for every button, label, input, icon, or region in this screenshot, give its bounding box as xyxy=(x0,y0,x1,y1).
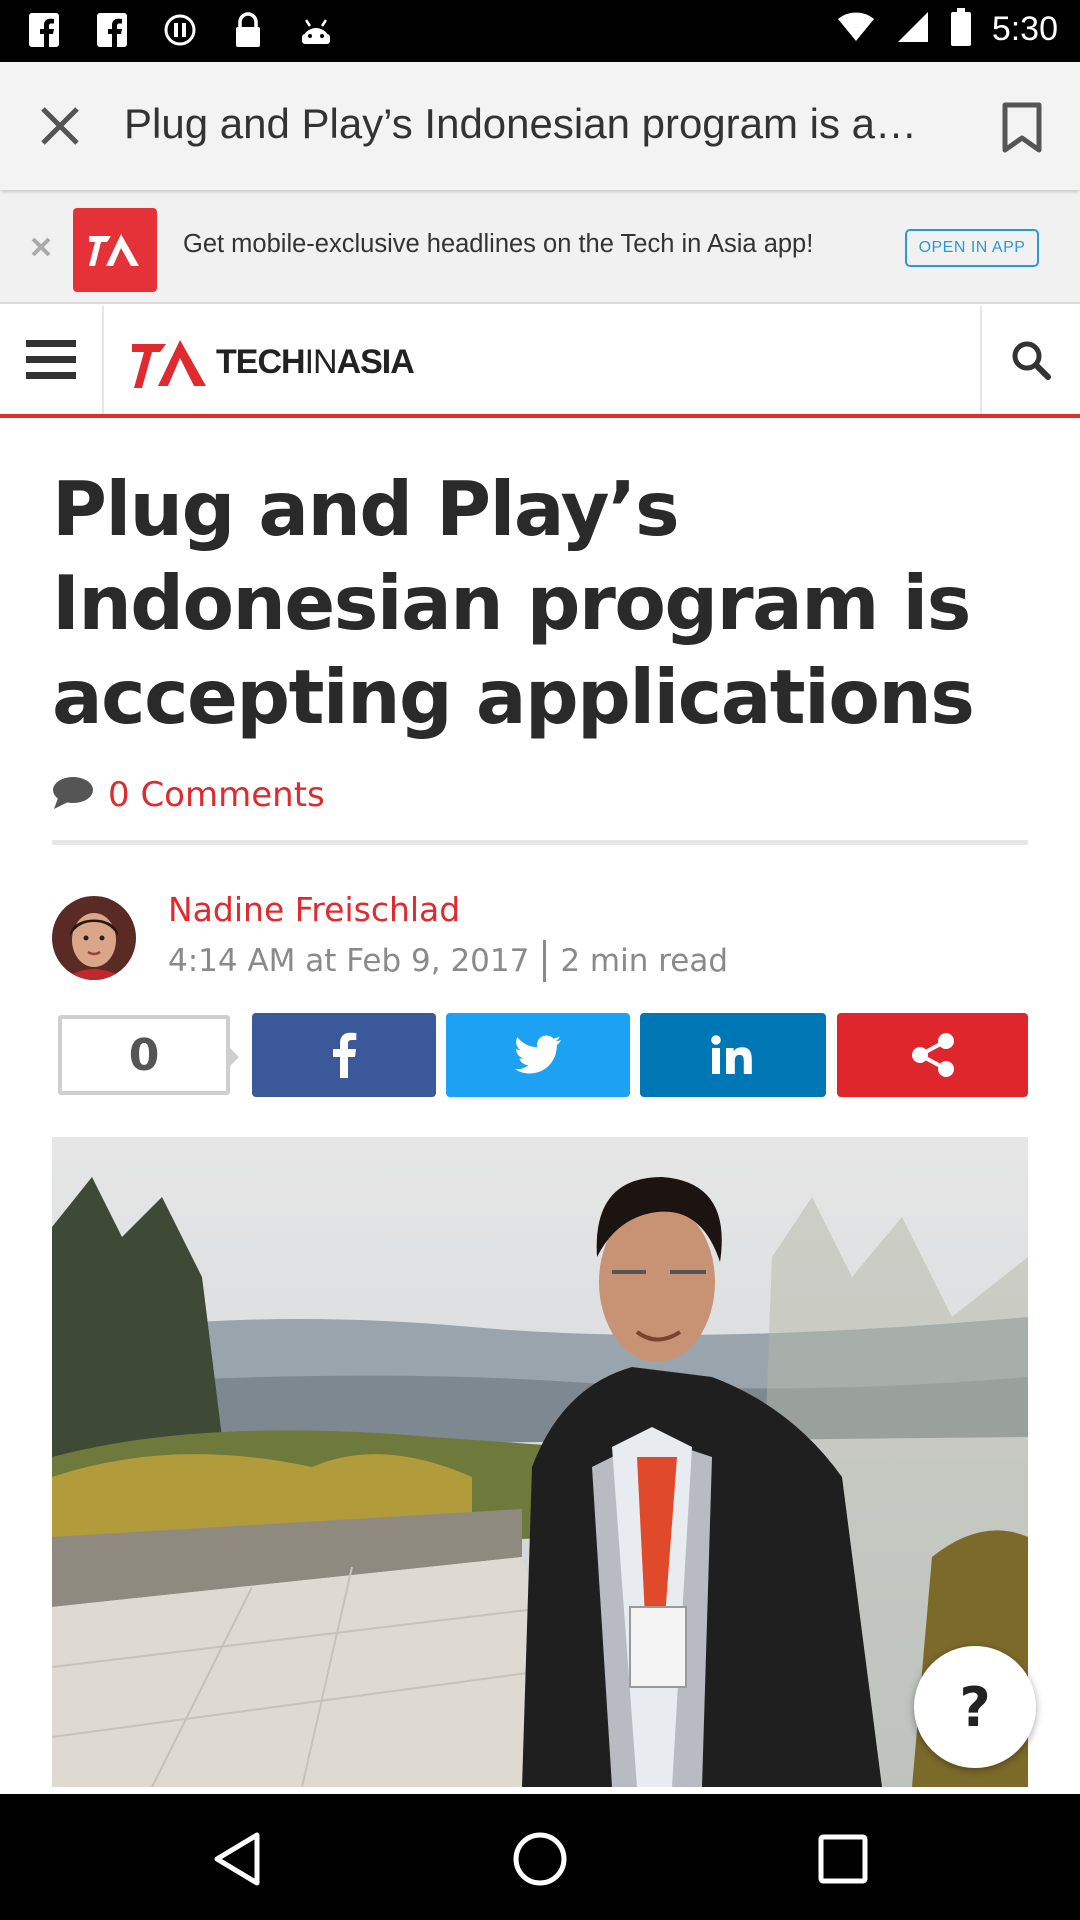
signal-icon xyxy=(896,10,930,48)
battery-icon xyxy=(950,8,972,50)
author-name[interactable]: Nadine Freischlad xyxy=(168,890,460,929)
banner-text: Get mobile-exclusive headlines on the Te… xyxy=(183,230,814,258)
close-icon[interactable] xyxy=(26,232,56,262)
meta-separator xyxy=(543,940,547,982)
open-in-app-button[interactable]: OPEN IN APP xyxy=(905,229,1039,267)
comments-count: 0 Comments xyxy=(108,775,325,815)
article-meta: 4:14 AM at Feb 9, 2017 2 min read xyxy=(168,940,728,982)
tab-title: Plug and Play’s Indonesian program is ac… xyxy=(124,100,934,147)
lock-icon xyxy=(228,10,268,50)
status-bar: 5:30 xyxy=(0,0,1080,62)
help-button[interactable]: ? xyxy=(914,1646,1036,1768)
share-icon xyxy=(911,1033,954,1077)
read-time: 2 min read xyxy=(560,943,729,979)
share-bar: 0 xyxy=(58,1013,1028,1097)
search-icon[interactable] xyxy=(980,306,1080,414)
site-header: TECHINASIA xyxy=(0,306,1080,418)
system-status: 5:30 xyxy=(836,8,1058,50)
browser-toolbar: Plug and Play’s Indonesian program is ac… xyxy=(0,62,1080,190)
navigation-bar xyxy=(0,1794,1080,1920)
cast-icon xyxy=(160,10,200,50)
close-icon[interactable] xyxy=(34,100,86,152)
facebook-icon xyxy=(24,10,64,50)
article-hero-image xyxy=(52,1137,1028,1787)
publish-time: 4:14 AM at Feb 9, 2017 xyxy=(168,943,530,979)
techinasia-app-icon xyxy=(73,208,157,292)
recents-icon[interactable] xyxy=(808,1824,878,1894)
wifi-icon xyxy=(836,11,876,47)
logo-wordmark: TECHINASIA xyxy=(216,342,415,381)
comments-link[interactable]: 0 Comments xyxy=(52,775,325,815)
divider xyxy=(52,840,1028,845)
article-title: Plug and Play’s Indonesian program is ac… xyxy=(52,465,975,741)
share-button[interactable] xyxy=(837,1013,1028,1097)
comment-icon xyxy=(52,776,94,814)
app-banner: Get mobile-exclusive headlines on the Te… xyxy=(0,194,1080,304)
bookmark-icon[interactable] xyxy=(994,98,1050,158)
back-icon[interactable] xyxy=(202,1824,272,1894)
twitter-share-button[interactable] xyxy=(446,1013,630,1097)
site-logo[interactable]: TECHINASIA xyxy=(130,334,415,390)
linkedin-icon xyxy=(711,1035,752,1074)
menu-icon[interactable] xyxy=(0,306,104,414)
share-count: 0 xyxy=(58,1015,239,1095)
facebook-icon xyxy=(333,1032,357,1078)
android-icon xyxy=(296,10,336,50)
status-time: 5:30 xyxy=(991,9,1058,48)
facebook-icon xyxy=(92,10,132,50)
linkedin-share-button[interactable] xyxy=(640,1013,826,1097)
home-icon[interactable] xyxy=(505,1824,575,1894)
facebook-share-button[interactable] xyxy=(252,1013,436,1097)
avatar[interactable] xyxy=(52,896,136,980)
notification-icons xyxy=(24,10,336,50)
twitter-icon xyxy=(515,1035,561,1074)
